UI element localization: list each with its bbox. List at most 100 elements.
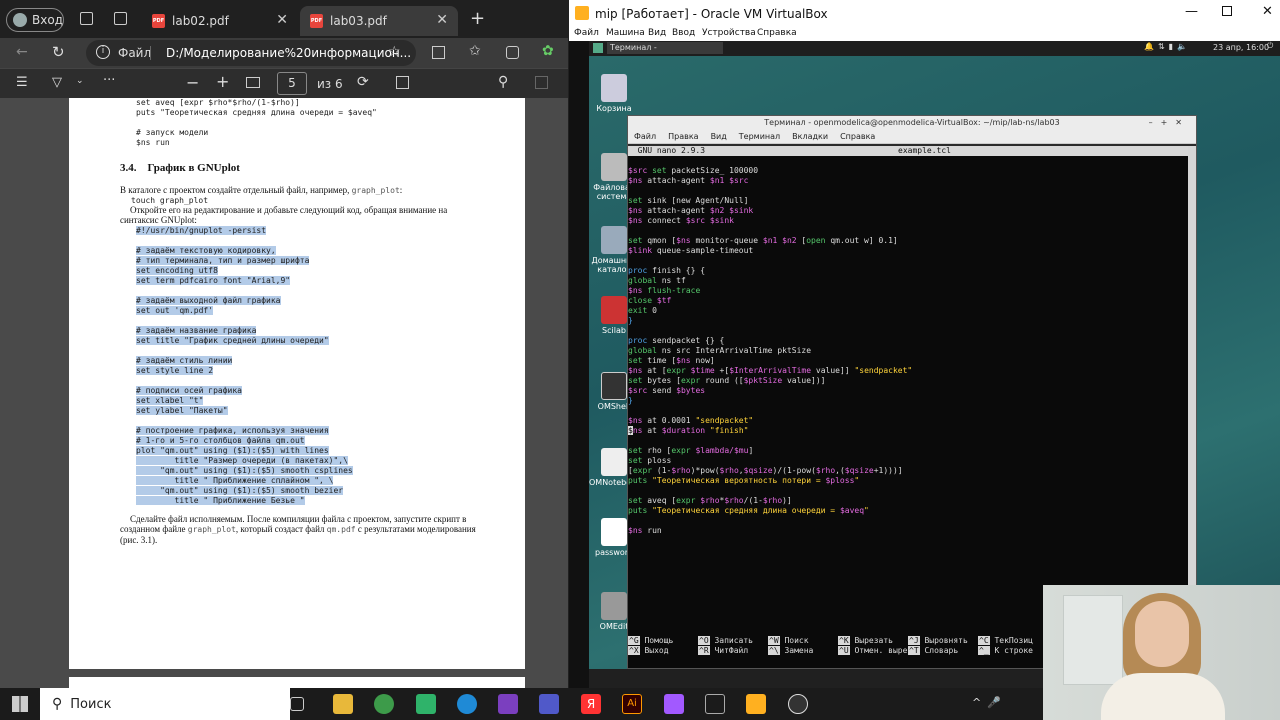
- zoom-in-button[interactable]: +: [216, 72, 229, 91]
- search-icon[interactable]: ⚲: [498, 74, 508, 90]
- code-line: set xlabel "t": [136, 396, 204, 405]
- menu-tabs[interactable]: Вкладки: [792, 132, 828, 141]
- contents-icon[interactable]: ☰: [16, 75, 28, 90]
- section-heading: 3.4. График в GNUplot: [120, 162, 240, 174]
- menu-terminal[interactable]: Терминал: [739, 132, 780, 141]
- shortcut-item: ^K Вырезать: [838, 636, 893, 645]
- menu-input[interactable]: Ввод: [672, 28, 695, 38]
- task-view-icon[interactable]: [290, 697, 304, 711]
- collections-icon[interactable]: [506, 46, 519, 59]
- back-icon[interactable]: ←: [16, 44, 28, 60]
- collections-icon[interactable]: [80, 12, 93, 25]
- icon-label: Корзина: [596, 104, 632, 113]
- paragraph-3: Сделайте файл исполняемым. После компиля…: [120, 514, 480, 545]
- pdf-viewer[interactable]: set aveq [expr $rho*$rho/(1-$rho)] puts "…: [0, 98, 568, 688]
- tray-icons[interactable]: ^🎤: [972, 696, 1007, 709]
- edge-icon[interactable]: [457, 694, 477, 714]
- chrome-icon[interactable]: [374, 694, 394, 714]
- p3-code: graph_plot: [187, 525, 236, 534]
- close-icon[interactable]: ✕: [436, 12, 448, 28]
- menu-edit[interactable]: Правка: [668, 132, 698, 141]
- page-number-input[interactable]: 5: [277, 72, 307, 95]
- extension-icon[interactable]: ✿: [542, 43, 554, 59]
- split-screen-icon[interactable]: [432, 46, 445, 59]
- illustrator-icon[interactable]: Ai: [622, 694, 642, 714]
- nano-filename: example.tcl: [898, 146, 951, 155]
- terminal-menubar: Файл Правка Вид Терминал Вкладки Справка: [628, 130, 1196, 144]
- terminal-controls[interactable]: –+✕: [1149, 116, 1190, 130]
- code-line: $src set packetSize_ 100000: [628, 166, 759, 175]
- new-tab-button[interactable]: +: [470, 8, 485, 29]
- code-line: $ns run: [136, 138, 170, 147]
- p1-code: graph_plot: [351, 186, 400, 195]
- menu-view[interactable]: Вид: [648, 28, 666, 38]
- taskbar-search[interactable]: ⚲ Поиск: [40, 688, 290, 720]
- address-toolbar: ← ↻ i Файл D:/Моделирование%20информацио…: [0, 38, 568, 68]
- code-line: set encoding utf8: [136, 266, 218, 275]
- maximize-button[interactable]: [1222, 6, 1232, 16]
- figma-icon[interactable]: [664, 694, 684, 714]
- chevron-down-icon[interactable]: ⌄: [76, 76, 84, 86]
- terminal-titlebar: Терминал - openmodelica@openmodelica-Vir…: [628, 116, 1196, 130]
- code-line: # подписи осей графика: [136, 386, 242, 395]
- favorites-icon[interactable]: ✩: [469, 43, 481, 59]
- menu-help[interactable]: Справка: [757, 28, 797, 38]
- address-bar[interactable]: i Файл D:/Моделирование%20информацион...…: [86, 40, 416, 66]
- code-line: # задаём выходной файл графика: [136, 296, 281, 305]
- code-line: $ns connect $src $sink: [628, 216, 734, 225]
- code-line: plot "qm.out" using ($1):($5) with lines: [136, 446, 329, 455]
- menu-view[interactable]: Вид: [711, 132, 727, 141]
- more-icon[interactable]: ···: [103, 73, 115, 88]
- menu-file[interactable]: Файл: [574, 28, 599, 38]
- fit-page-icon[interactable]: [246, 77, 260, 88]
- power-icon[interactable]: ⏻: [1267, 41, 1273, 51]
- browser-tabbar: Вход PDF lab02.pdf ✕ PDF lab03.pdf ✕ +: [0, 0, 568, 38]
- menu-machine[interactable]: Машина: [606, 28, 645, 38]
- panel-taskbutton[interactable]: Терминал - openmodelica@...: [607, 42, 723, 64]
- draw-icon[interactable]: ▽: [52, 75, 62, 90]
- tab-lab03[interactable]: PDF lab03.pdf ✕: [300, 6, 458, 36]
- code-line: # задаём название графика: [136, 326, 257, 335]
- teams-icon[interactable]: [539, 694, 559, 714]
- code-line: set time [$ns now]: [628, 356, 715, 365]
- login-label: Вход: [32, 13, 63, 27]
- pycharm-icon[interactable]: [416, 694, 436, 714]
- yandex-icon[interactable]: Я: [581, 694, 601, 714]
- save-icon[interactable]: [535, 76, 548, 89]
- close-button[interactable]: ✕: [1262, 4, 1273, 19]
- menu-devices[interactable]: Устройства: [702, 28, 756, 38]
- paragraph-1: В каталоге с проектом создайте отдельный…: [120, 185, 510, 195]
- visual-studio-icon[interactable]: [498, 694, 518, 714]
- panel-menu-icon[interactable]: [593, 43, 603, 53]
- info-icon[interactable]: i: [96, 45, 110, 59]
- pdf-page: set aveq [expr $rho*$rho/(1-$rho)] puts "…: [69, 98, 525, 669]
- file-explorer-icon[interactable]: [333, 694, 353, 714]
- obs-icon[interactable]: [788, 694, 808, 714]
- tab-actions-icon[interactable]: [114, 12, 127, 25]
- windows-start-icon[interactable]: [12, 696, 28, 712]
- shortcut-item: ^U Отмен. вырез: [838, 646, 913, 655]
- minimize-button[interactable]: —: [1185, 4, 1198, 19]
- code-line: proc sendpacket {} {: [628, 336, 725, 345]
- menu-help[interactable]: Справка: [840, 132, 875, 141]
- menu-file[interactable]: Файл: [634, 132, 656, 141]
- virtualbox-icon[interactable]: [746, 694, 766, 714]
- nano-buffer[interactable]: $src set packetSize_ 100000 $ns attach-a…: [628, 156, 1189, 536]
- gnuplot-code: #!/usr/bin/gnuplot -persist # задаём текс…: [136, 226, 353, 506]
- zoom-out-button[interactable]: −: [186, 73, 199, 92]
- code-line: set title "График средней длины очереди": [136, 336, 329, 345]
- rotate-icon[interactable]: ⟳: [357, 74, 369, 90]
- page-view-icon[interactable]: [396, 76, 409, 89]
- tab-lab02[interactable]: PDF lab02.pdf ✕: [142, 6, 298, 36]
- virtualbox-cube-icon[interactable]: [705, 694, 725, 714]
- pdf-toolbar: ☰ ▽ ⌄ ··· − + 5 из 6 ⟳ ⚲: [0, 68, 568, 98]
- trash-icon[interactable]: Корзина: [589, 74, 639, 113]
- refresh-icon[interactable]: ↻: [52, 43, 65, 61]
- profile-button[interactable]: Вход: [6, 8, 64, 32]
- favorite-star-icon[interactable]: ☆: [388, 44, 401, 60]
- close-icon[interactable]: ✕: [276, 12, 288, 28]
- code-line: $ns attach-agent $n1 $src: [628, 176, 749, 185]
